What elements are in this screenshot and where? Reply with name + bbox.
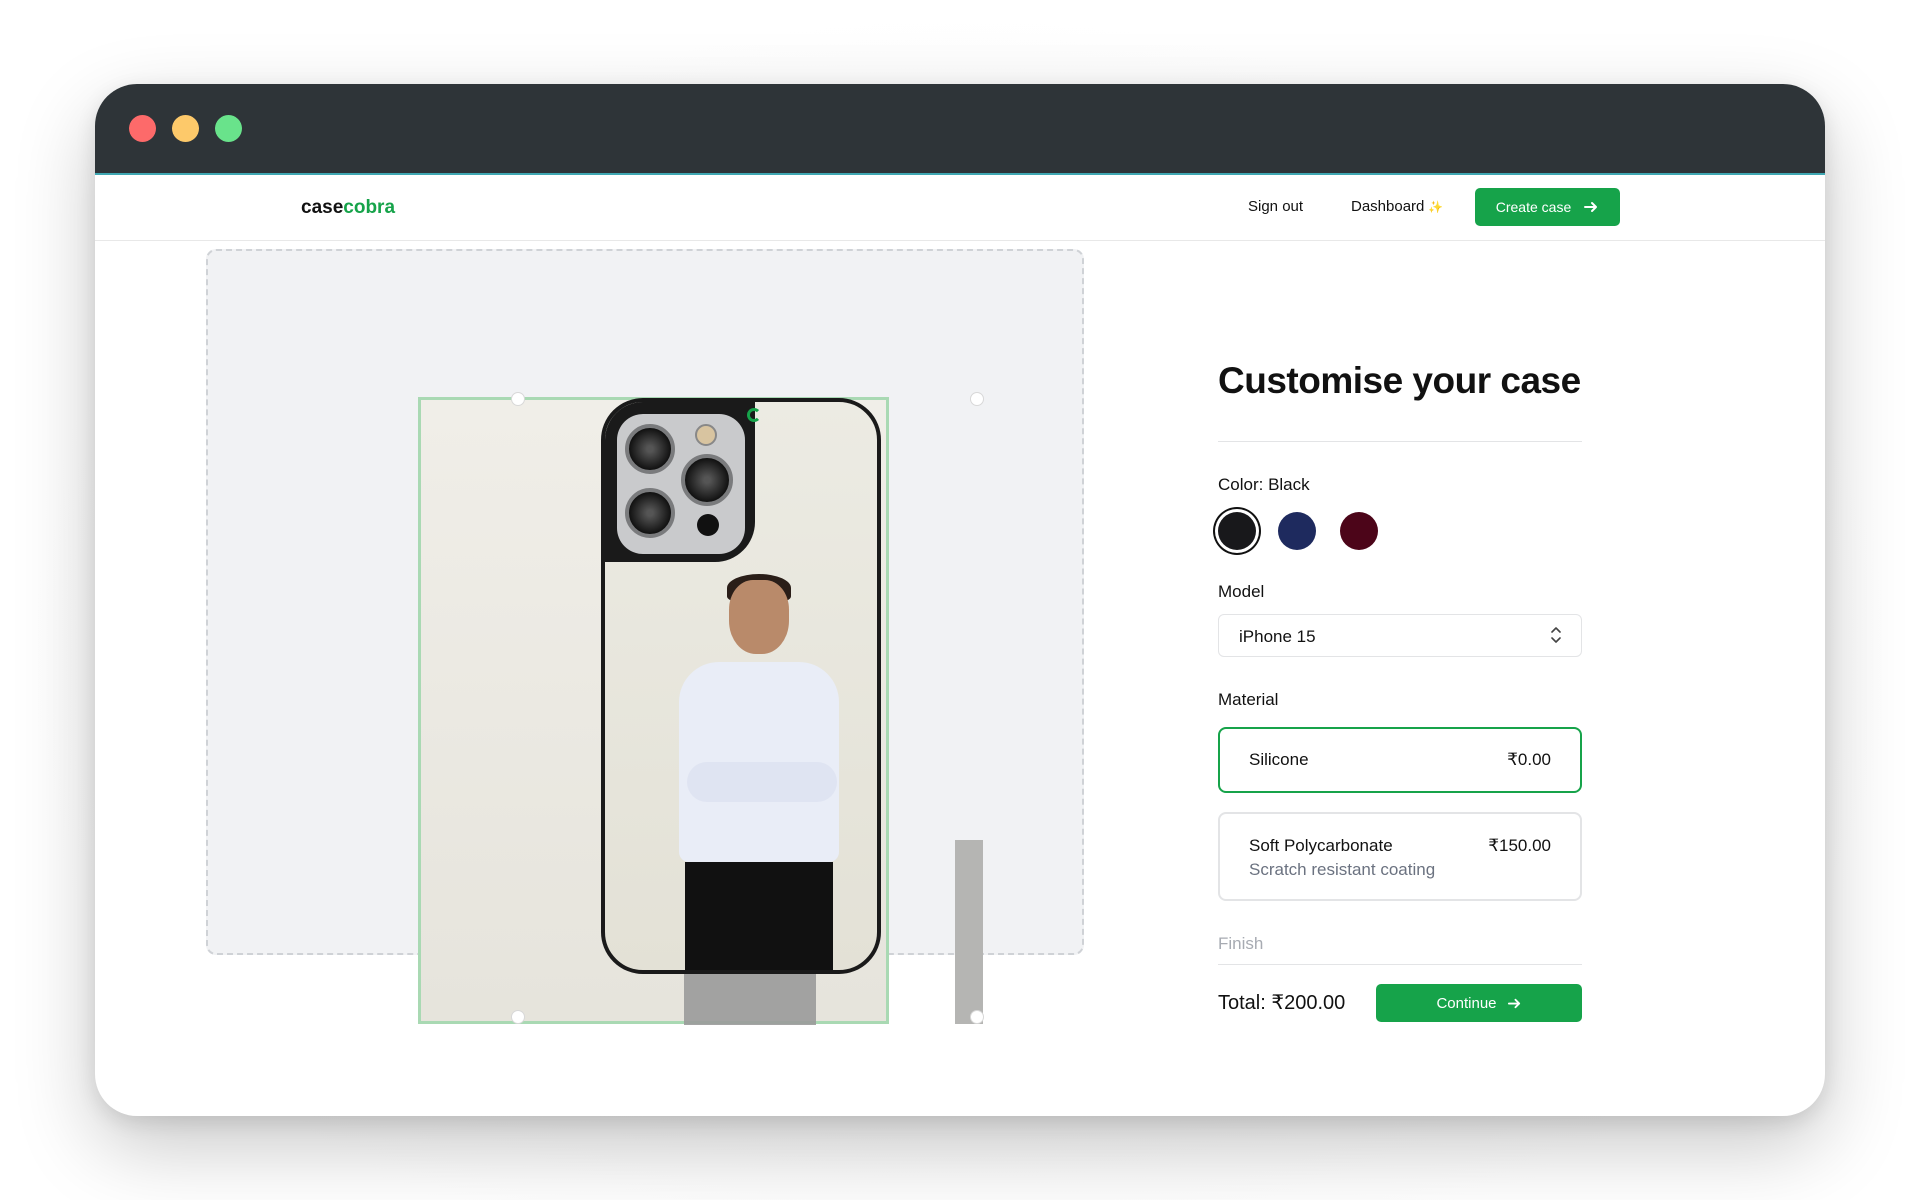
color-label: Color: Black	[1218, 475, 1310, 494]
model-select-value: iPhone 15	[1239, 627, 1316, 646]
model-label: Model	[1218, 582, 1265, 601]
logo-text-cobra: cobra	[343, 197, 396, 218]
crop-handle-bottom-right[interactable]	[970, 1010, 984, 1024]
logo-text-case: case	[301, 197, 344, 218]
sparkle-icon: ✨	[1428, 200, 1444, 214]
material-price: ₹150.00	[1488, 836, 1551, 855]
photo-background-cabinet	[955, 840, 983, 1024]
color-swatch-rose[interactable]	[1340, 512, 1378, 550]
chevrons-up-down-icon	[1551, 627, 1561, 643]
arrow-right-icon	[1584, 202, 1598, 212]
material-label: Material	[1218, 690, 1279, 709]
close-window-button[interactable]	[129, 115, 156, 142]
create-case-button[interactable]: Create case	[1475, 188, 1620, 226]
maximize-window-button[interactable]	[215, 115, 242, 142]
model-select[interactable]: iPhone 15	[1218, 614, 1582, 657]
material-name: Soft Polycarbonate	[1249, 836, 1393, 855]
photo-subject-pants	[685, 862, 833, 970]
material-price: ₹0.00	[1507, 750, 1551, 769]
material-option-soft-polycarbonate[interactable]: Soft Polycarbonate ₹150.00 Scratch resis…	[1218, 812, 1582, 901]
camera-lens-icon	[625, 488, 675, 538]
dashboard-link[interactable]: Dashboard ✨	[1351, 198, 1443, 215]
camera-lens-icon	[681, 454, 733, 506]
total-price: Total: ₹200.00	[1218, 992, 1346, 1014]
logo[interactable]: casecobra	[301, 197, 395, 219]
continue-label: Continue	[1436, 994, 1497, 1012]
phone-case-preview	[601, 398, 881, 974]
loading-spinner-icon	[747, 408, 761, 422]
material-description: Scratch resistant coating	[1249, 860, 1436, 879]
crop-handle-top-left[interactable]	[511, 392, 525, 406]
window-titlebar	[95, 84, 1825, 175]
crop-handle-bottom-left[interactable]	[511, 1010, 525, 1024]
crop-handle-top-right[interactable]	[970, 392, 984, 406]
material-option-silicone[interactable]: Silicone ₹0.00	[1218, 727, 1582, 793]
camera-plate	[617, 414, 745, 554]
photo-subject-arms	[687, 762, 837, 802]
finish-label: Finish	[1218, 934, 1264, 953]
create-case-label: Create case	[1495, 199, 1572, 215]
title-divider	[1218, 441, 1582, 442]
camera-module	[605, 402, 755, 562]
continue-button[interactable]: Continue	[1376, 984, 1582, 1022]
photo-subject-head	[729, 580, 789, 654]
camera-lens-icon	[625, 424, 675, 474]
color-swatch-blue[interactable]	[1278, 512, 1316, 550]
navbar: casecobra Sign out Dashboard ✨ Create cas…	[95, 175, 1825, 241]
minimize-window-button[interactable]	[172, 115, 199, 142]
footer-divider	[1218, 964, 1582, 965]
photo-overflow-area	[684, 971, 816, 1025]
flash-icon	[695, 424, 717, 446]
lidar-sensor-icon	[697, 514, 719, 536]
color-swatch-black[interactable]	[1218, 512, 1256, 550]
sign-out-link[interactable]: Sign out	[1248, 198, 1303, 215]
arrow-right-icon	[1507, 998, 1520, 1008]
page-title: Customise your case	[1218, 360, 1581, 401]
dashboard-label: Dashboard	[1351, 198, 1425, 215]
material-name: Silicone	[1249, 750, 1309, 769]
